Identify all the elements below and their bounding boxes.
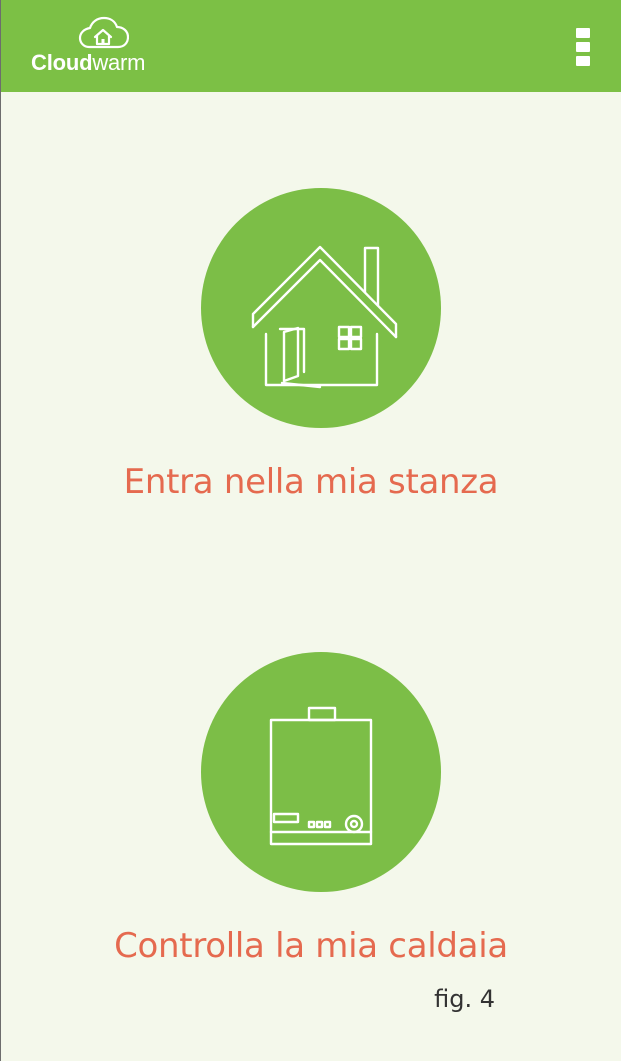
brand-name: Cloudwarm	[31, 50, 146, 75]
app-screen: Cloudwarm Entra nella mia stanza Control…	[0, 0, 621, 1061]
control-boiler-label[interactable]: Controlla la mia caldaia	[1, 926, 621, 966]
top-app-bar: Cloudwarm	[1, 0, 621, 92]
cloud-house-icon	[78, 16, 129, 49]
kebab-menu-icon-dot	[576, 42, 590, 52]
brand-name-light: warm	[92, 50, 146, 75]
boiler-icon	[269, 706, 373, 846]
kebab-menu-icon-dot	[576, 56, 590, 66]
control-boiler-icon-circle[interactable]	[201, 652, 441, 892]
enter-room-icon-circle[interactable]	[201, 188, 441, 428]
figure-caption: fig. 4	[434, 985, 495, 1013]
enter-room-label[interactable]: Entra nella mia stanza	[1, 462, 621, 502]
brand-name-strong: Cloud	[31, 50, 93, 75]
overflow-menu-button[interactable]	[576, 28, 590, 68]
enter-room-action[interactable]: Entra nella mia stanza	[1, 188, 621, 518]
control-boiler-action[interactable]: Controlla la mia caldaia	[1, 652, 621, 982]
brand-logo: Cloudwarm	[21, 16, 151, 80]
house-icon	[251, 245, 398, 389]
kebab-menu-icon-dot	[576, 28, 590, 38]
